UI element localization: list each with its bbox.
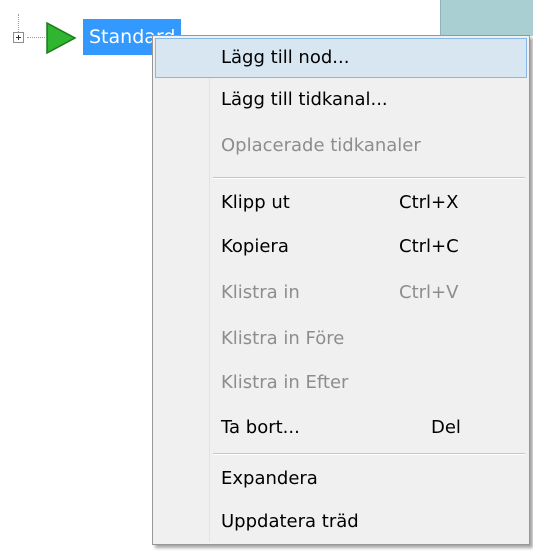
menu-item-shortcut: Ctrl+X [399,192,459,213]
menu-item-shortcut: Ctrl+C [399,236,459,257]
context-menu: Lägg till nod... Lägg till tidkanal... O… [152,35,530,545]
menu-item-label: Klipp ut [221,192,290,213]
menu-item-label: Ta bort... [221,417,300,438]
menu-separator [213,453,525,455]
menu-item-label: Klistra in Efter [221,372,349,393]
menu-item-unplaced-time-channels[interactable]: Oplacerade tidkanaler [155,126,527,166]
menu-item-paste-after[interactable]: Klistra in Efter [155,363,527,403]
menu-item-label: Oplacerade tidkanaler [221,135,421,156]
menu-item-cut[interactable]: Klipp ut Ctrl+X [155,183,527,223]
menu-separator [213,177,525,179]
screen: Standard Lägg till nod... Lägg till tidk… [0,0,533,551]
background-panel [440,0,533,36]
menu-item-label: Klistra in [221,282,300,303]
menu-item-refresh-tree[interactable]: Uppdatera träd [155,502,527,542]
menu-item-label: Lägg till tidkanal... [221,89,388,110]
expand-plus-icon[interactable] [13,32,24,43]
menu-item-shortcut: Del [431,417,461,438]
play-triangle-icon [46,21,77,55]
menu-item-copy[interactable]: Kopiera Ctrl+C [155,227,527,267]
menu-item-label: Uppdatera träd [221,511,359,532]
menu-item-expand[interactable]: Expandera [155,459,527,499]
menu-item-delete[interactable]: Ta bort... Del [155,408,527,448]
menu-item-paste-before[interactable]: Klistra in Före [155,319,527,359]
menu-item-shortcut: Ctrl+V [399,282,459,303]
tree-connector-line [27,37,45,38]
menu-item-add-time-channel[interactable]: Lägg till tidkanal... [155,80,527,120]
menu-item-label: Kopiera [221,236,289,257]
menu-item-label: Lägg till nod... [221,47,350,68]
menu-item-label: Expandera [221,468,318,489]
menu-item-add-node[interactable]: Lägg till nod... [155,38,527,78]
tree-connector-line [18,14,19,32]
menu-item-label: Klistra in Före [221,328,345,349]
menu-item-paste[interactable]: Klistra in Ctrl+V [155,273,527,313]
